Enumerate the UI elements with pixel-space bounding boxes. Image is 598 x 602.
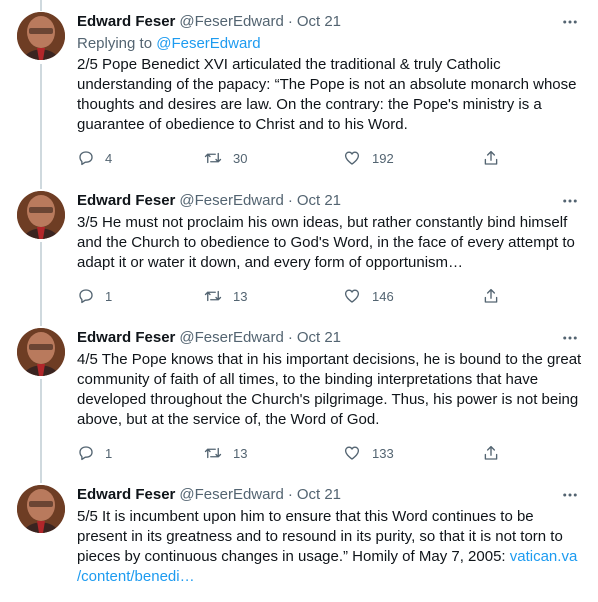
reply-bubble-icon	[79, 446, 93, 461]
share-button[interactable]	[482, 148, 500, 168]
share-button[interactable]	[482, 443, 500, 463]
avatar[interactable]	[17, 328, 65, 376]
author-name[interactable]: Edward Feser	[77, 192, 175, 209]
avatar-image	[17, 191, 65, 239]
tweet-text: 2/5 Pope Benedict XVI articulated the tr…	[77, 56, 577, 133]
more-options-button[interactable]	[560, 328, 580, 348]
reply-button[interactable]: 1	[77, 286, 112, 306]
more-horizontal-icon	[563, 20, 577, 24]
like-count: 133	[372, 445, 394, 461]
retweet-icon	[204, 447, 222, 459]
tweet-header: Edward Feser @FeserEdward · Oct 21	[77, 328, 341, 348]
separator-dot: ·	[287, 13, 293, 30]
separator-dot: ·	[287, 329, 293, 346]
more-horizontal-icon	[563, 493, 577, 497]
tweet[interactable]: Edward Feser @FeserEdward · Oct 21 4/5 The …	[0, 328, 598, 478]
heart-icon	[344, 151, 360, 165]
tweet[interactable]: Edward Feser @FeserEdward · Oct 21 3/5 He m…	[0, 191, 598, 321]
retweet-count: 30	[233, 150, 248, 166]
share-button[interactable]	[482, 286, 500, 306]
replying-prefix: Replying to	[77, 35, 157, 52]
more-options-button[interactable]	[560, 12, 580, 32]
tweet-date[interactable]: Oct 21	[297, 486, 341, 503]
thread-line	[40, 0, 42, 11]
author-name[interactable]: Edward Feser	[77, 13, 175, 30]
separator-dot: ·	[287, 192, 293, 209]
share-icon	[484, 445, 498, 460]
tweet-text: 5/5 It is incumbent upon him to ensure t…	[77, 507, 587, 587]
avatar-image	[17, 328, 65, 376]
tweet-link-continued[interactable]: /content/benedi…	[77, 568, 195, 585]
heart-icon	[344, 446, 360, 460]
more-options-button[interactable]	[560, 485, 580, 505]
replying-to-link[interactable]: @FeserEdward	[156, 35, 260, 52]
avatar-image	[17, 12, 65, 60]
tweet-header: Edward Feser @FeserEdward · Oct 21	[77, 12, 341, 32]
tweet[interactable]: Edward Feser @FeserEdward · Oct 21 Replying…	[0, 12, 598, 182]
avatar[interactable]	[17, 191, 65, 239]
tweet-text: 3/5 He must not proclaim his own ideas, …	[77, 214, 575, 271]
like-button[interactable]: 133	[342, 443, 394, 463]
tweet-text-body: 5/5 It is incumbent upon him to ensure t…	[77, 508, 563, 565]
separator-dot: ·	[287, 486, 293, 503]
more-options-button[interactable]	[560, 191, 580, 211]
like-button[interactable]: 146	[342, 286, 394, 306]
author-handle[interactable]: @FeserEdward	[179, 192, 283, 209]
retweet-button[interactable]: 13	[203, 443, 247, 463]
reply-bubble-icon	[79, 151, 93, 166]
retweet-count: 13	[233, 288, 248, 304]
tweet-actions: 1 13 133	[77, 443, 517, 463]
author-handle[interactable]: @FeserEdward	[179, 486, 283, 503]
tweet-actions: 4 30 192	[77, 148, 517, 168]
like-button[interactable]: 192	[342, 148, 394, 168]
tweet-date[interactable]: Oct 21	[297, 13, 341, 30]
retweet-count: 13	[233, 445, 248, 461]
retweet-icon	[204, 152, 222, 164]
reply-button[interactable]: 1	[77, 443, 112, 463]
tweet-date[interactable]: Oct 21	[297, 329, 341, 346]
share-icon	[484, 150, 498, 165]
reply-count: 1	[105, 445, 113, 461]
reply-button[interactable]: 4	[77, 148, 112, 168]
retweet-button[interactable]: 13	[203, 286, 247, 306]
more-horizontal-icon	[563, 336, 577, 340]
avatar[interactable]	[17, 485, 65, 533]
tweet-date[interactable]: Oct 21	[297, 192, 341, 209]
author-handle[interactable]: @FeserEdward	[179, 13, 283, 30]
reply-count: 1	[105, 288, 113, 304]
tweet[interactable]: Edward Feser @FeserEdward · Oct 21 5/5 It i…	[0, 485, 598, 602]
reply-bubble-icon	[79, 289, 93, 304]
heart-icon	[344, 289, 360, 303]
tweet-header: Edward Feser @FeserEdward · Oct 21	[77, 485, 341, 505]
retweet-icon	[204, 290, 222, 302]
tweet-actions: 1 13 146	[77, 286, 517, 306]
like-count: 146	[372, 288, 394, 304]
author-name[interactable]: Edward Feser	[77, 486, 175, 503]
author-handle[interactable]: @FeserEdward	[179, 329, 283, 346]
like-count: 192	[372, 150, 394, 166]
more-horizontal-icon	[563, 199, 577, 203]
tweet-text: 4/5 The Pope knows that in his important…	[77, 351, 582, 428]
replying-to: Replying to @FeserEdward	[77, 34, 261, 54]
tweet-link[interactable]: vatican.va	[510, 548, 578, 565]
share-icon	[484, 288, 498, 303]
author-name[interactable]: Edward Feser	[77, 329, 175, 346]
retweet-button[interactable]: 30	[203, 148, 247, 168]
avatar[interactable]	[17, 12, 65, 60]
reply-count: 4	[105, 150, 113, 166]
avatar-image	[17, 485, 65, 533]
tweet-header: Edward Feser @FeserEdward · Oct 21	[77, 191, 341, 211]
